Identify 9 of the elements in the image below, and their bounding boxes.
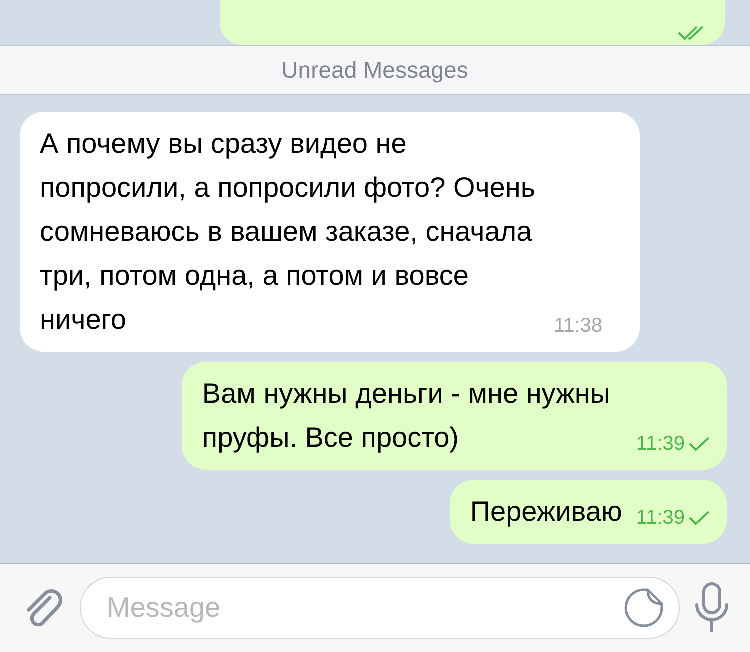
message-field[interactable]: Message [80,577,680,639]
unread-label: Unread Messages [282,56,468,84]
sticker-icon[interactable] [623,587,665,629]
message-time: 11:39 [636,432,685,457]
message-text: Переживаю [470,495,622,529]
message-text: А почему вы сразу видео не попросили, а попросили фото? Очень сомневаюсь в вашем заказе, сначала три, потом одна, а потом и вовсе ничего [40,127,536,337]
message-time: 11:38 [554,314,603,339]
message-text: Вам нужны деньги - мне нужны пруфы. Все просто) [202,377,612,455]
message-time: 11:39 [636,506,685,531]
